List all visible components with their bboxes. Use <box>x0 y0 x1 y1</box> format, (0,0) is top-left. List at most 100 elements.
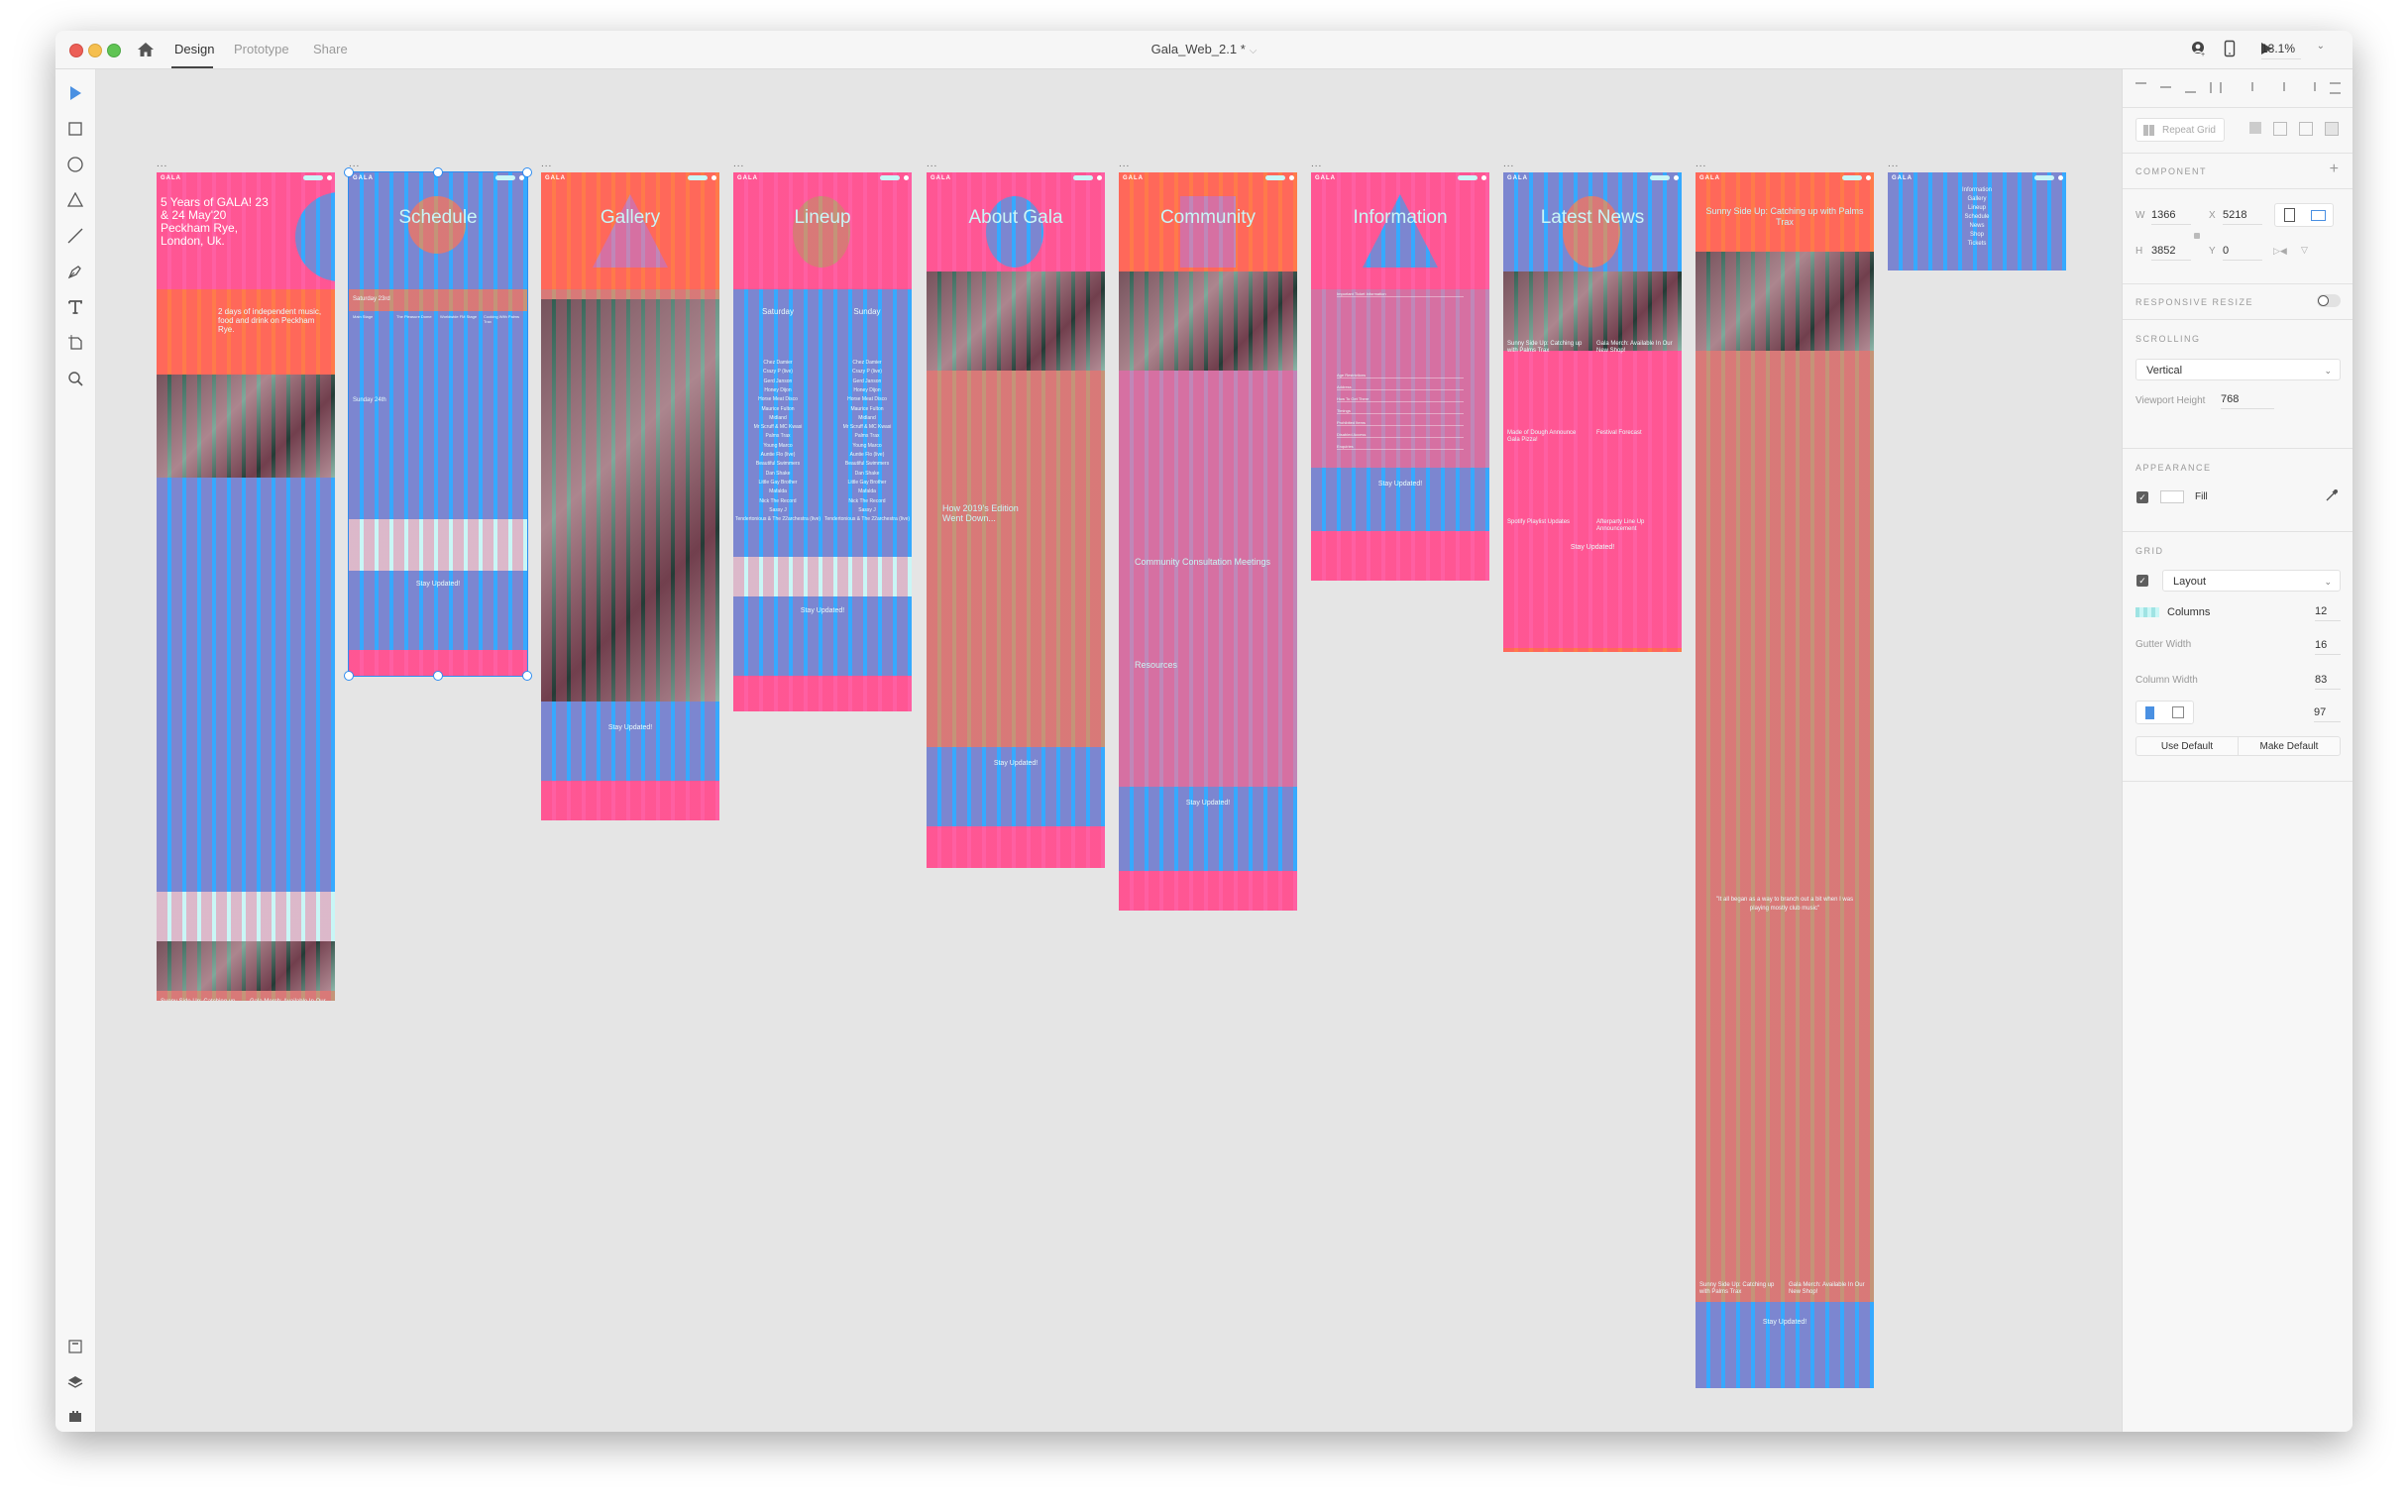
artboard-label[interactable]: ... <box>1311 159 1322 169</box>
union-icon[interactable] <box>2249 122 2261 134</box>
menu-icon <box>1866 175 1871 180</box>
margin-input[interactable]: 97 <box>2314 706 2341 722</box>
artist-name: Auntie Flo (live) <box>760 452 796 458</box>
artboard-label[interactable]: ... <box>1888 159 1899 169</box>
intersect-icon[interactable] <box>2299 122 2313 136</box>
artboard-tool[interactable] <box>65 333 85 353</box>
rectangle-tool[interactable] <box>65 119 85 139</box>
columns-input[interactable]: 12 <box>2315 605 2341 621</box>
gala-logo: GALA <box>1123 175 1144 181</box>
viewport-height-input[interactable]: 768 <box>2221 393 2274 409</box>
select-tool[interactable] <box>65 83 85 103</box>
exclude-icon[interactable] <box>2325 122 2339 136</box>
align-top-icon[interactable] <box>2135 82 2146 93</box>
separate-margins-icon[interactable] <box>2172 706 2184 718</box>
section-heading: How 2019's Edition Went Down... <box>942 503 1019 523</box>
portrait-icon[interactable] <box>2284 208 2295 222</box>
selection-handle[interactable] <box>433 167 443 177</box>
fill-color-swatch[interactable] <box>2160 490 2184 503</box>
selection-handle[interactable] <box>344 671 354 681</box>
distribute-vertical-icon[interactable] <box>2210 82 2222 93</box>
artboard-1[interactable]: GALA Schedule Saturday 23rd Sunday 24th Main… <box>348 171 528 677</box>
line-tool[interactable] <box>65 226 85 246</box>
artboard-8[interactable]: GALA Sunny Side Up: Catching up with Palm… <box>1696 172 1874 1388</box>
text-tool[interactable] <box>65 297 85 317</box>
make-default-button[interactable]: Make Default <box>2238 736 2341 756</box>
artboard-heading: Community <box>1159 207 1257 228</box>
device-preview-icon[interactable] <box>2224 40 2236 57</box>
selection-handle[interactable] <box>522 167 532 177</box>
grid-type-dropdown[interactable]: Layout ⌄ <box>2162 570 2341 592</box>
eyedropper-icon[interactable] <box>2325 488 2339 502</box>
artboard-label[interactable]: ... <box>1503 159 1514 169</box>
y-input[interactable]: 0 <box>2223 245 2262 261</box>
document-title[interactable]: Gala_Web_2.1 * ⌵ <box>55 42 2353 56</box>
subtract-icon[interactable] <box>2273 122 2287 136</box>
artboard-label[interactable]: ... <box>1696 159 1706 169</box>
news-card-title: Festival Forecast <box>1596 430 1642 436</box>
gutter-width-input[interactable]: 16 <box>2315 639 2341 655</box>
stage-name: Main Stage <box>353 314 374 319</box>
lock-aspect-icon[interactable] <box>2194 233 2200 239</box>
polygon-tool[interactable] <box>65 190 85 210</box>
flip-vertical-icon[interactable]: ▽ <box>2301 245 2308 256</box>
use-default-button[interactable]: Use Default <box>2135 736 2239 756</box>
align-right-icon[interactable] <box>2303 82 2316 91</box>
responsive-resize-toggle[interactable] <box>2317 294 2341 307</box>
distribute-horizontal-icon[interactable] <box>2330 82 2341 94</box>
buy-tickets-pill <box>1073 175 1093 180</box>
chevron-down-icon[interactable]: ⌄ <box>2317 41 2325 52</box>
align-center-icon[interactable] <box>2278 82 2289 91</box>
x-input[interactable]: 5218 <box>2223 209 2262 225</box>
align-middle-icon[interactable] <box>2160 82 2171 91</box>
column-color-swatch[interactable] <box>2135 607 2159 617</box>
align-left-icon[interactable] <box>2251 82 2264 91</box>
artboard-label[interactable]: ... <box>927 159 937 169</box>
zoom-tool[interactable] <box>65 369 85 388</box>
news-card-title: Gala Merch: Available In Our New Shop! <box>1789 1282 1865 1295</box>
zoom-level[interactable]: 13.1% <box>2261 42 2301 59</box>
selection-handle[interactable] <box>522 671 532 681</box>
stay-updated-heading: Stay Updated! <box>415 581 461 588</box>
artboard-label[interactable]: ... <box>1119 159 1130 169</box>
artboard-6[interactable]: GALA Information Important Ticket Informat… <box>1311 172 1489 581</box>
height-input[interactable]: 3852 <box>2151 245 2191 261</box>
artboard-7[interactable]: GALA Latest News Sunny Side Up: Catching u… <box>1503 172 1682 652</box>
artboard-2[interactable]: GALA Gallery Stay Updated! <box>541 172 719 820</box>
stay-updated-heading: Stay Updated! <box>1570 544 1615 551</box>
landscape-icon[interactable] <box>2311 210 2326 221</box>
width-input[interactable]: 1366 <box>2151 209 2191 225</box>
pen-tool[interactable] <box>65 262 85 281</box>
align-bottom-icon[interactable] <box>2185 82 2196 93</box>
design-canvas[interactable]: ... GALA 5 Years of GALA! 23 & 24 May'20 P… <box>96 69 2123 1432</box>
grid-checkbox[interactable]: ✓ <box>2136 575 2148 587</box>
menu-item: News <box>1969 223 1985 229</box>
column-width-input[interactable]: 83 <box>2315 674 2341 690</box>
assets-panel-button[interactable] <box>65 1337 85 1356</box>
artboard-label[interactable]: ... <box>541 159 552 169</box>
artboard-label[interactable]: ... <box>157 159 167 169</box>
layers-panel-button[interactable] <box>65 1372 85 1392</box>
artboard-4[interactable]: GALA About Gala How 2019's Edition Went Do… <box>927 172 1105 868</box>
ellipse-tool[interactable] <box>65 155 85 174</box>
grid-type-value: Layout <box>2173 576 2207 588</box>
artboard-5[interactable]: GALA Community Community Consultation Meet… <box>1119 172 1297 911</box>
selection-handle[interactable] <box>433 671 443 681</box>
artboard-9[interactable]: GALA Information Gallery Lineup Schedule News… <box>1888 172 2066 270</box>
scrolling-dropdown[interactable]: Vertical ⌄ <box>2135 359 2341 380</box>
share-user-icon[interactable]: + <box>2190 41 2206 56</box>
flip-horizontal-icon[interactable]: ▷◀ <box>2273 246 2287 257</box>
artboard-label[interactable]: ... <box>733 159 744 169</box>
artboard-3[interactable]: GALA Lineup Saturday Sunday Chez Damier Chez … <box>733 172 912 711</box>
plugins-panel-button[interactable] <box>65 1406 85 1426</box>
buy-tickets-pill <box>880 175 900 180</box>
menu-icon <box>1481 175 1486 180</box>
linked-margins-icon[interactable] <box>2145 706 2154 719</box>
fill-checkbox[interactable]: ✓ <box>2136 491 2148 503</box>
add-component-icon[interactable]: + <box>2330 161 2339 178</box>
arrow-select-icon <box>70 86 81 100</box>
news-card-title: Spotify Playlist Updates <box>1507 519 1571 525</box>
selection-handle[interactable] <box>344 167 354 177</box>
artboard-0[interactable]: GALA 5 Years of GALA! 23 & 24 May'20 Peck… <box>157 172 335 1001</box>
repeat-grid-button[interactable]: Repeat Grid <box>2135 118 2225 142</box>
